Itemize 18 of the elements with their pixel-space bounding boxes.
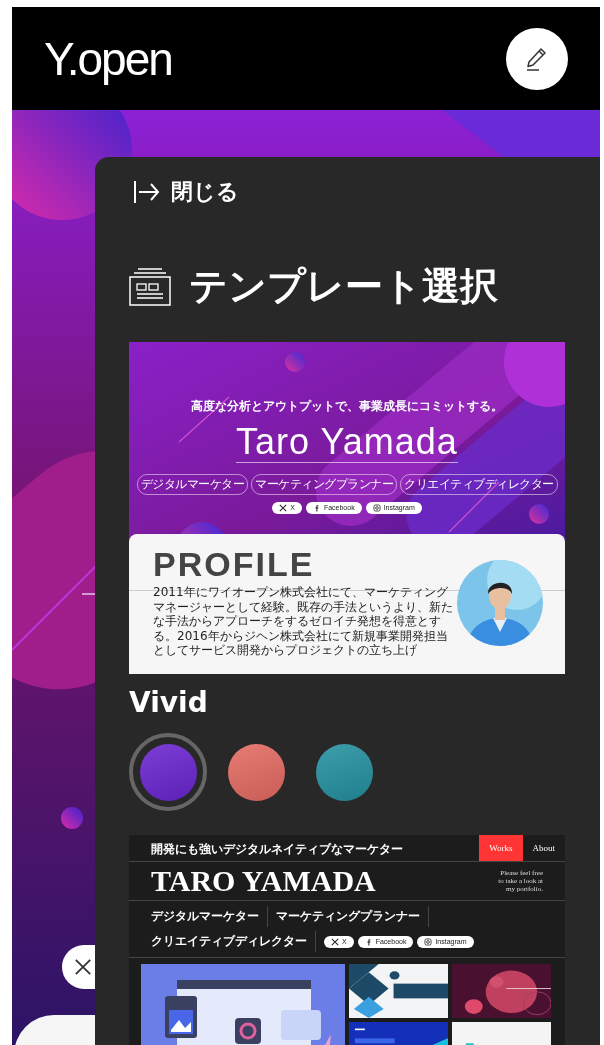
role-tag: マーケティングプランナー xyxy=(251,473,397,495)
logo[interactable]: Y.open xyxy=(44,31,172,86)
role-tag: クリエイティブディレクター xyxy=(400,473,558,495)
role-tag: デジタルマーケター xyxy=(136,473,248,495)
profile-text: 2011年にワイオープン株式会社にて、マーケティングマネージャーとして経験。既存の手法というより、新たな手法からアプローチをするゼロイチ発想を得意とする。2016年からジヘン株式会社にて新規事業開発担当としてサービス開発からプロジェクトの立ち上げ xyxy=(153,585,453,658)
name-heading: TARO YAMADA xyxy=(151,864,376,898)
role-tag: クリエイティブディレクター xyxy=(143,931,316,952)
role-tag: デジタルマーケター xyxy=(143,906,268,927)
nav-tab[interactable]: Works xyxy=(479,835,523,861)
name-heading: Taro Yamada xyxy=(236,422,458,463)
nav-tab[interactable]: About xyxy=(522,835,565,861)
close-button[interactable]: 閉じる xyxy=(129,177,243,207)
panel-title: テンプレート選択 xyxy=(189,263,498,310)
template-name: Vivid xyxy=(129,686,209,719)
catchphrase: 開発にも強いデジタルネイティブなマーケター xyxy=(150,841,403,858)
role-tag: マーケティングプランナー xyxy=(268,906,429,927)
tagline: 高度な分析とアウトプットで、事業成長にコミットする。 xyxy=(191,398,503,415)
profile-heading: PROFILE xyxy=(153,546,316,584)
